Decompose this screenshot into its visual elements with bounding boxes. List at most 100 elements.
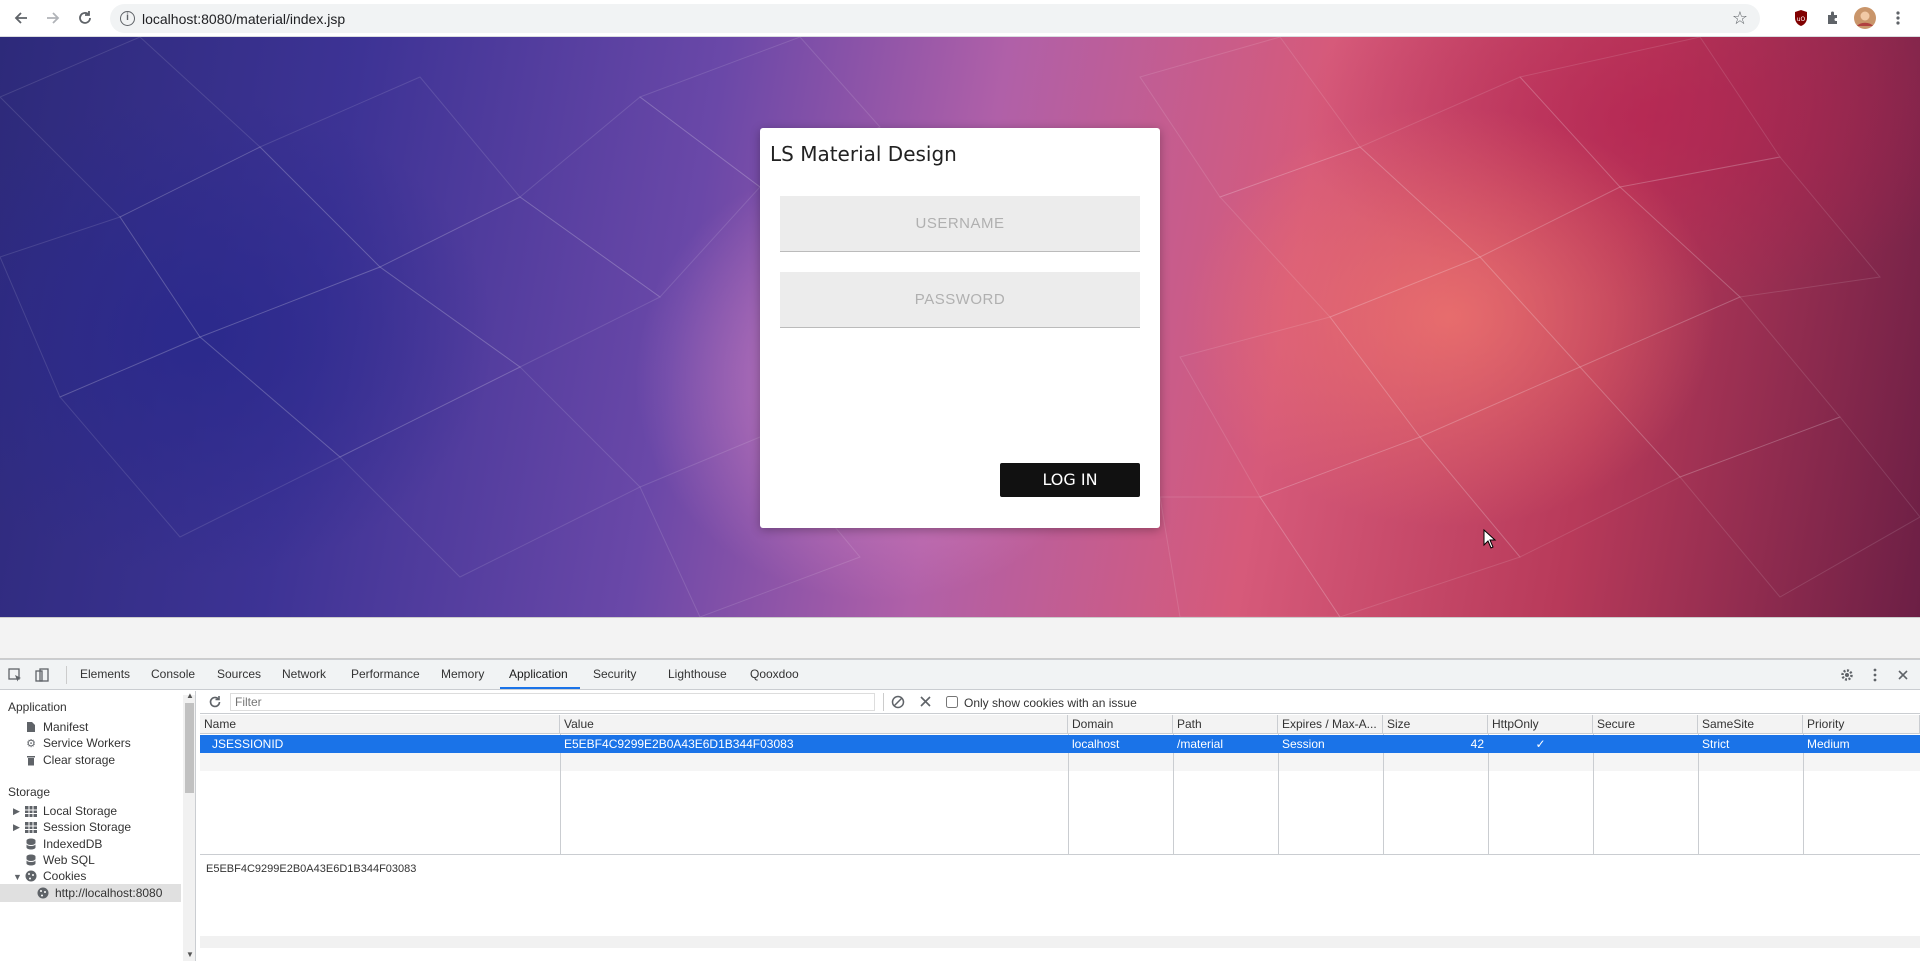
- cookie-domain-cell[interactable]: localhost: [1068, 735, 1173, 753]
- column-header-httponly[interactable]: HttpOnly: [1488, 715, 1593, 734]
- horizontal-scrollbar[interactable]: [200, 936, 1920, 948]
- sidebar-item-label: Manifest: [43, 720, 89, 734]
- cookie-filter-input[interactable]: [230, 693, 875, 711]
- tab-memory[interactable]: Memory: [441, 667, 484, 681]
- divider: [883, 693, 884, 711]
- tab-lighthouse[interactable]: Lighthouse: [668, 667, 727, 681]
- only-issues-checkbox[interactable]: [946, 696, 958, 708]
- cookie-samesite-cell[interactable]: Strict: [1698, 735, 1803, 753]
- bookmark-star-icon[interactable]: ☆: [1732, 8, 1748, 29]
- column-header-domain[interactable]: Domain: [1068, 715, 1173, 734]
- scroll-up-arrow-icon[interactable]: ▲: [186, 691, 194, 700]
- tab-qooxdoo[interactable]: Qooxdoo: [750, 667, 799, 681]
- sidebar-item-cookie-origin[interactable]: http://localhost:8080: [37, 886, 162, 900]
- ublock-extension-icon[interactable]: uO: [1789, 6, 1813, 30]
- sidebar-item-service-workers[interactable]: ⚙ Service Workers: [25, 736, 131, 750]
- close-devtools-icon[interactable]: [1894, 666, 1912, 684]
- expand-arrow-icon[interactable]: ▶: [13, 822, 20, 833]
- column-header-size[interactable]: Size: [1383, 715, 1488, 734]
- sidebar-item-session-storage[interactable]: Session Storage: [25, 820, 131, 834]
- browser-menu-icon[interactable]: [1886, 6, 1910, 30]
- column-header-secure[interactable]: Secure: [1593, 715, 1698, 734]
- cookie-value-cell[interactable]: E5EBF4C9299E2B0A43E6D1B344F03083: [560, 735, 1068, 753]
- cookie-path-cell[interactable]: /material: [1173, 735, 1278, 753]
- devtools-tabbar: Elements Console Sources Network Perform…: [0, 660, 1920, 690]
- sidebar-header-application: Application: [8, 700, 67, 714]
- cookie-priority-cell[interactable]: Medium: [1803, 735, 1920, 753]
- sidebar-item-label: http://localhost:8080: [55, 886, 163, 900]
- login-button[interactable]: LOG IN: [1000, 463, 1140, 497]
- active-tab-indicator: [500, 687, 580, 689]
- arrow-right-icon: [47, 12, 60, 24]
- collapse-arrow-icon[interactable]: ▼: [13, 872, 22, 882]
- trash-icon: [25, 754, 37, 766]
- grid-icon: [25, 821, 37, 833]
- tab-sources[interactable]: Sources: [217, 667, 261, 681]
- column-header-name[interactable]: Name: [200, 715, 560, 734]
- cookie-table: Name Value Domain Path Expires / Max-A..…: [200, 715, 1920, 855]
- only-issues-label: Only show cookies with an issue: [964, 696, 1137, 710]
- sidebar-item-local-storage[interactable]: Local Storage: [25, 804, 117, 818]
- extensions-puzzle-icon[interactable]: [1821, 6, 1845, 30]
- expand-arrow-icon[interactable]: ▶: [13, 806, 20, 817]
- sidebar-scroll-thumb[interactable]: [185, 703, 194, 793]
- sidebar-item-label: Web SQL: [43, 853, 95, 867]
- cookie-value-preview[interactable]: E5EBF4C9299E2B0A43E6D1B344F03083: [206, 863, 416, 875]
- tab-application[interactable]: Application: [509, 667, 568, 681]
- sidebar-item-label: Session Storage: [43, 820, 132, 834]
- mouse-cursor-icon: [1483, 529, 1497, 549]
- gear-icon: ⚙: [26, 737, 36, 750]
- password-field[interactable]: PASSWORD: [780, 272, 1140, 328]
- device-toolbar-icon[interactable]: [33, 666, 51, 684]
- sidebar-item-label: IndexedDB: [43, 837, 103, 851]
- sidebar-item-cookies[interactable]: Cookies: [25, 869, 86, 883]
- url-text[interactable]: localhost:8080/material/index.jsp: [142, 11, 345, 27]
- forward-button[interactable]: [41, 6, 65, 30]
- grid-icon: [25, 805, 37, 817]
- inspect-element-icon[interactable]: [6, 666, 24, 684]
- sidebar-header-storage: Storage: [8, 785, 51, 799]
- cookie-secure-cell[interactable]: [1593, 735, 1698, 753]
- clear-all-cookies-icon[interactable]: [891, 695, 905, 712]
- reload-button[interactable]: [73, 6, 97, 30]
- devtools-panel: Elements Console Sources Network Perform…: [0, 659, 1920, 961]
- profile-avatar[interactable]: [1853, 6, 1877, 30]
- delete-selected-cookie-icon[interactable]: [920, 696, 931, 710]
- column-header-samesite[interactable]: SameSite: [1698, 715, 1803, 734]
- sidebar-item-label: Local Storage: [43, 804, 118, 818]
- column-header-value[interactable]: Value: [560, 715, 1068, 734]
- column-header-path[interactable]: Path: [1173, 715, 1278, 734]
- database-icon: [25, 838, 37, 850]
- tab-console[interactable]: Console: [151, 667, 195, 681]
- cookie-icon: [37, 887, 49, 899]
- devtools-menu-icon[interactable]: [1866, 666, 1884, 684]
- cookie-expires-cell[interactable]: Session: [1278, 735, 1383, 753]
- column-header-priority[interactable]: Priority: [1803, 715, 1920, 734]
- cookie-name-cell[interactable]: JSESSIONID: [208, 735, 558, 753]
- sidebar-item-indexeddb[interactable]: IndexedDB: [25, 837, 102, 851]
- divider: [66, 666, 67, 684]
- settings-gear-icon[interactable]: [1838, 666, 1856, 684]
- back-button[interactable]: [9, 6, 33, 30]
- tab-elements[interactable]: Elements: [80, 667, 130, 681]
- sidebar-item-web-sql[interactable]: Web SQL: [25, 853, 95, 867]
- document-icon: [25, 721, 37, 733]
- sidebar-item-clear-storage[interactable]: Clear storage: [25, 753, 115, 767]
- scroll-down-arrow-icon[interactable]: ▼: [186, 950, 194, 959]
- username-field[interactable]: USERNAME: [780, 196, 1140, 252]
- login-title: LS Material Design: [770, 142, 957, 166]
- cookie-icon: [25, 870, 37, 882]
- sidebar-item-manifest[interactable]: Manifest: [25, 720, 88, 734]
- tab-network[interactable]: Network: [282, 667, 326, 681]
- tab-security[interactable]: Security: [593, 667, 636, 681]
- refresh-cookies-icon[interactable]: [208, 695, 222, 712]
- empty-row: [200, 753, 1920, 771]
- info-icon[interactable]: i: [120, 11, 135, 26]
- column-header-expires[interactable]: Expires / Max-A...: [1278, 715, 1383, 734]
- address-bar[interactable]: i localhost:8080/material/index.jsp ☆: [110, 4, 1760, 33]
- cookie-httponly-cell[interactable]: ✓: [1488, 735, 1593, 753]
- tab-performance[interactable]: Performance: [351, 667, 420, 681]
- cookie-size-cell[interactable]: 42: [1383, 735, 1484, 753]
- database-icon: [25, 854, 37, 866]
- login-card: LS Material Design USERNAME PASSWORD LOG…: [760, 128, 1160, 528]
